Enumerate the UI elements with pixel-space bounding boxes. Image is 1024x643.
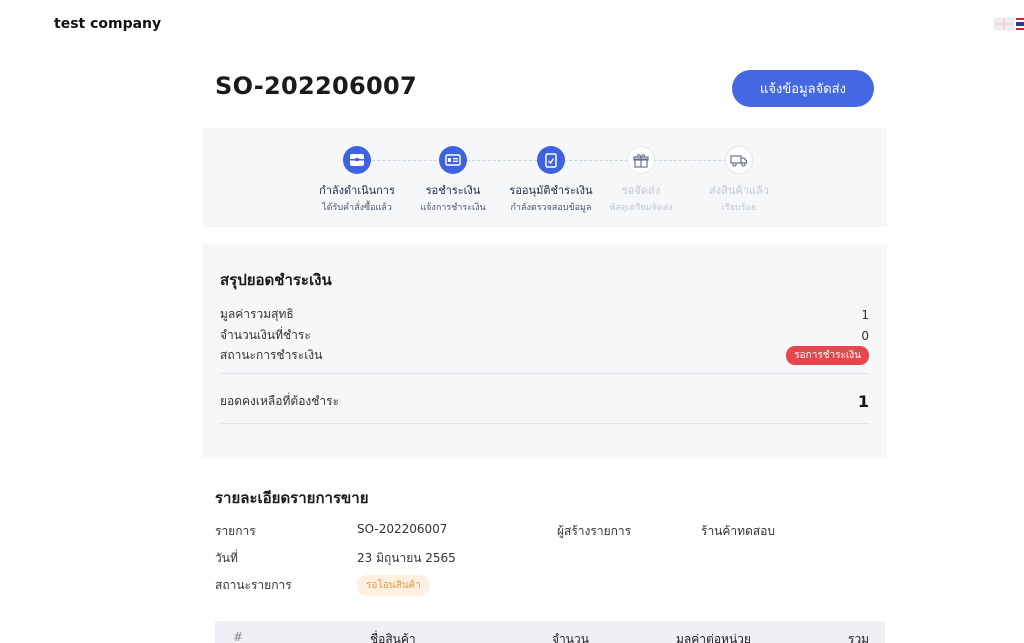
company-name: test company bbox=[54, 16, 162, 32]
net-total-value: 1 bbox=[861, 307, 869, 322]
payment-summary-title: สรุปยอดชำระเงิน bbox=[220, 271, 332, 289]
divider bbox=[220, 373, 869, 374]
step-subtitle: เรียบร้อย bbox=[721, 203, 757, 213]
item-value: SO-202206007 bbox=[357, 522, 448, 536]
step-awaiting-payment: รอชำระเงิน แจ้งการชำระเงิน bbox=[398, 146, 508, 214]
step-title: รอจัดส่ง bbox=[621, 184, 661, 197]
gift-box-icon bbox=[627, 146, 655, 174]
payment-card-icon bbox=[439, 146, 467, 174]
step-delivered: ส่งสินค้าแล้ว เรียบร้อย bbox=[684, 146, 794, 214]
payment-status-label: สถานะการชำระเงิน bbox=[220, 348, 323, 362]
step-subtitle: ได้รับคำสั่งซื้อแล้ว bbox=[322, 203, 392, 213]
column-header-total: รวม bbox=[848, 632, 870, 643]
net-total-row: มูลค่ารวมสุทธิ 1 bbox=[220, 305, 869, 324]
payment-summary-panel: สรุปยอดชำระเงิน มูลค่ารวมสุทธิ 1 จำนวนเง… bbox=[202, 244, 887, 458]
order-progress-panel: กำลังดำเนินการ ได้รับคำสั่งซื้อแล้ว รอชำ… bbox=[202, 128, 887, 227]
balance-due-value: 1 bbox=[857, 392, 869, 411]
step-processing: กำลังดำเนินการ ได้รับคำสั่งซื้อแล้ว bbox=[302, 146, 412, 214]
paid-amount-value: 0 bbox=[861, 328, 869, 343]
item-label: รายการ bbox=[215, 524, 256, 538]
creator-value: ร้านค้าทดสอบ bbox=[701, 524, 776, 538]
column-header-unit-price: มูลค่าต่อหน่วย bbox=[676, 632, 751, 643]
notify-shipping-button[interactable]: แจ้งข้อมูลจัดส่ง bbox=[732, 70, 874, 107]
order-status-label: สถานะรายการ bbox=[215, 578, 292, 592]
step-subtitle: แจ้งการชำระเงิน bbox=[420, 203, 486, 213]
items-table-header: # ชื่อสินค้า จำนวน มูลค่าต่อหน่วย รวม bbox=[215, 621, 885, 643]
delivery-truck-icon bbox=[725, 146, 753, 174]
paid-amount-row: จำนวนเงินที่ชำระ 0 bbox=[220, 326, 869, 345]
language-switcher[interactable] bbox=[994, 18, 1024, 30]
balance-due-label: ยอดคงเหลือที่ต้องชำระ bbox=[220, 394, 340, 408]
paid-amount-label: จำนวนเงินที่ชำระ bbox=[220, 328, 311, 342]
column-header-product-name: ชื่อสินค้า bbox=[370, 632, 416, 643]
step-title: ส่งสินค้าแล้ว bbox=[709, 184, 769, 197]
uk-flag-icon[interactable] bbox=[994, 18, 1014, 30]
sale-details-title: รายละเอียดรายการขาย bbox=[215, 489, 369, 507]
thai-flag-icon[interactable] bbox=[1016, 18, 1024, 30]
inbox-icon bbox=[343, 146, 371, 174]
payment-status-row: สถานะการชำระเงิน รอการชำระเงิน bbox=[220, 346, 869, 365]
order-status-badge: รอโอนสินค้า bbox=[357, 575, 430, 596]
document-check-icon bbox=[537, 146, 565, 174]
payment-status-badge: รอการชำระเงิน bbox=[786, 346, 869, 365]
step-awaiting-shipment: รอจัดส่ง พัสดุเตรียมจัดส่ง bbox=[586, 146, 696, 214]
net-total-label: มูลค่ารวมสุทธิ bbox=[220, 307, 294, 321]
creator-label: ผู้สร้างรายการ bbox=[557, 524, 632, 538]
column-header-index: # bbox=[233, 630, 244, 643]
step-title: กำลังดำเนินการ bbox=[319, 184, 395, 197]
date-label: วันที่ bbox=[215, 551, 238, 565]
date-value: 23 มิถุนายน 2565 bbox=[357, 551, 456, 565]
step-title: รอชำระเงิน bbox=[425, 184, 481, 197]
divider bbox=[220, 423, 869, 424]
balance-due-row: ยอดคงเหลือที่ต้องชำระ 1 bbox=[220, 392, 869, 411]
column-header-quantity: จำนวน bbox=[552, 632, 589, 643]
step-subtitle: พัสดุเตรียมจัดส่ง bbox=[609, 203, 673, 213]
order-number-title: SO-202206007 bbox=[215, 72, 417, 100]
